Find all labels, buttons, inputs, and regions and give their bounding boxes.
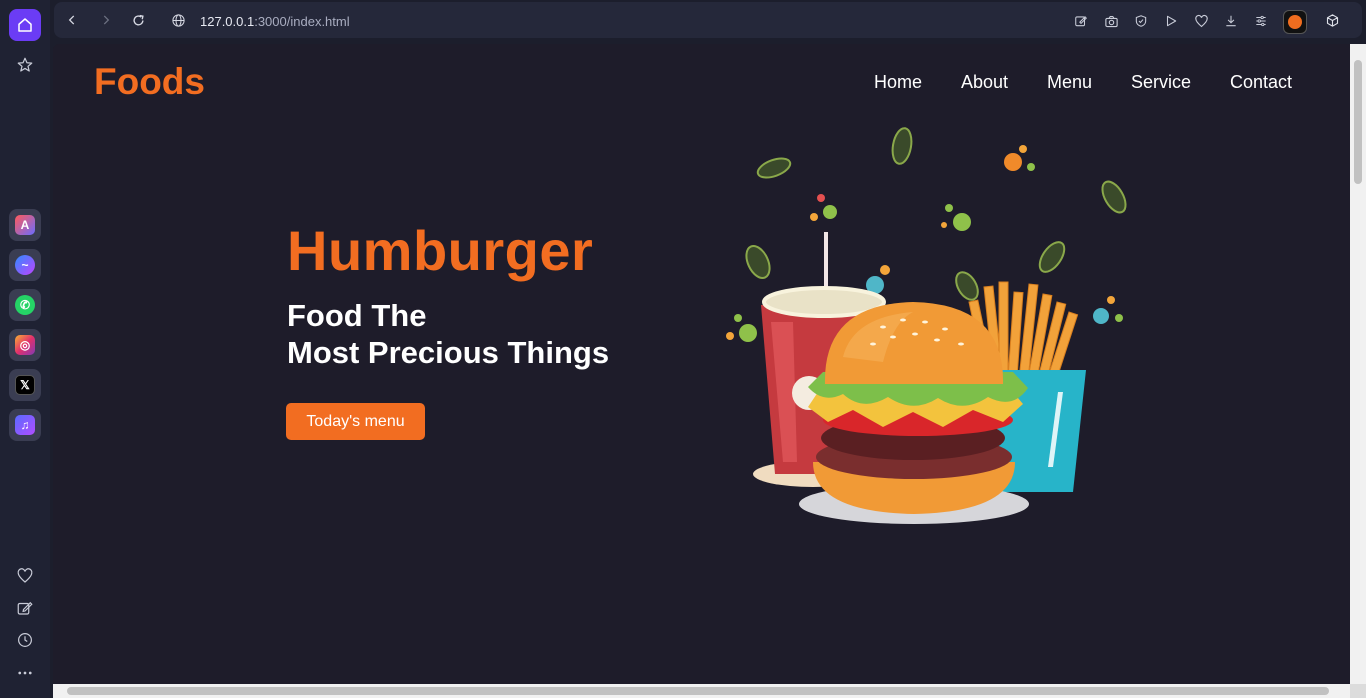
edit-icon[interactable] <box>9 592 41 624</box>
hero-subtitle-line1: Food The <box>287 298 427 333</box>
menu-icon[interactable] <box>1253 13 1269 29</box>
nav-contact[interactable]: Contact <box>1230 72 1292 93</box>
url-path: :3000/index.html <box>254 14 350 29</box>
download-icon[interactable] <box>1223 13 1239 29</box>
site-logo[interactable]: Foods <box>94 61 205 103</box>
heart-icon[interactable] <box>9 560 41 592</box>
hero-subtitle-line2: Most Precious Things <box>287 335 610 370</box>
aria-icon[interactable]: A <box>9 209 41 241</box>
sidebar-toggle[interactable] <box>1316 2 1362 38</box>
browser-window: A ~ ✆ ◎ 𝕏 ♫ 127.0.0.1:3000/index.html Fo… <box>0 0 1366 698</box>
url-text[interactable]: 127.0.0.1:3000/index.html <box>200 14 350 29</box>
nav-service[interactable]: Service <box>1131 72 1191 93</box>
instagram-icon[interactable]: ◎ <box>9 329 41 361</box>
cube-icon[interactable] <box>1324 12 1340 28</box>
messenger-icon[interactable]: ~ <box>9 249 41 281</box>
address-bar[interactable]: 127.0.0.1:3000/index.html <box>54 2 1361 38</box>
history-icon[interactable] <box>9 624 41 656</box>
music-icon[interactable]: ♫ <box>9 409 41 441</box>
home-icon[interactable] <box>9 9 41 41</box>
vertical-scrollbar[interactable] <box>1350 44 1366 684</box>
star-icon[interactable] <box>9 49 41 81</box>
scroll-corner <box>1350 684 1366 698</box>
edit-icon[interactable] <box>1073 13 1089 29</box>
camera-icon[interactable] <box>1103 13 1119 29</box>
todays-menu-button[interactable]: Today's menu <box>286 403 425 440</box>
play-icon[interactable] <box>1163 13 1179 29</box>
nav-home[interactable]: Home <box>874 72 922 93</box>
nav-about[interactable]: About <box>961 72 1008 93</box>
reload-icon[interactable] <box>130 12 146 28</box>
back-icon[interactable] <box>64 12 80 28</box>
globe-icon[interactable] <box>170 12 186 28</box>
whatsapp-icon[interactable]: ✆ <box>9 289 41 321</box>
more-icon[interactable] <box>9 657 41 689</box>
forward-icon[interactable] <box>98 12 114 28</box>
shield-icon[interactable] <box>1133 13 1149 29</box>
hero-title: Humburger <box>287 219 594 282</box>
hero-subtitle: Food The Most Precious Things <box>287 297 609 371</box>
x-icon[interactable]: 𝕏 <box>9 369 41 401</box>
browser-sidebar: A ~ ✆ ◎ 𝕏 ♫ <box>0 0 50 698</box>
horizontal-scrollbar[interactable] <box>53 684 1350 698</box>
burger-illustration <box>726 127 1127 524</box>
extension-icon[interactable] <box>1283 10 1307 34</box>
browser-toolbar: 127.0.0.1:3000/index.html <box>50 0 1366 40</box>
heart-icon[interactable] <box>1193 13 1209 29</box>
page-viewport: Foods Home About Menu Service Contact Hu… <box>53 44 1350 684</box>
url-host: 127.0.0.1 <box>200 14 255 29</box>
nav-menu[interactable]: Menu <box>1047 72 1092 93</box>
